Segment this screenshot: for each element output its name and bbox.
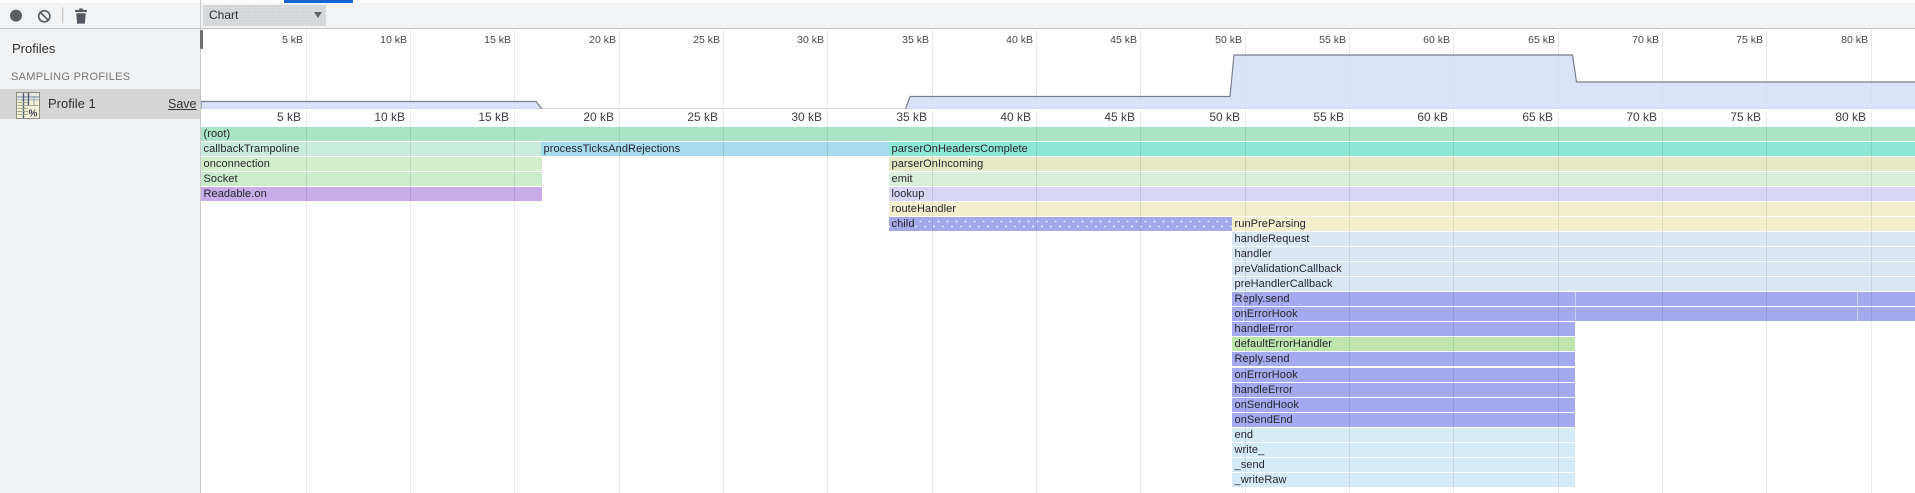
svg-text:%: % <box>29 109 38 120</box>
